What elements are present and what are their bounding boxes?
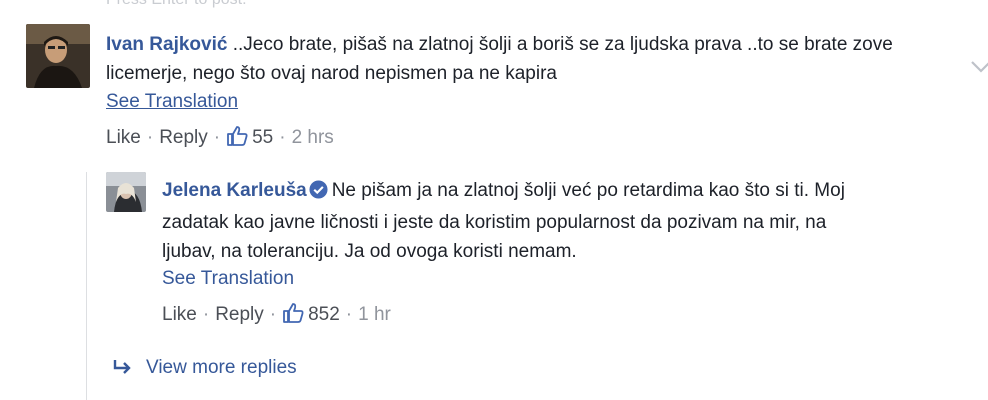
comment-text-block: Ivan Rajković ..Jeco brate, pišaš na zla… (106, 30, 896, 88)
like-button[interactable]: Like (162, 304, 197, 325)
comment-actions: Like · Reply · 55 · 2 hrs (106, 125, 896, 153)
chevron-down-icon[interactable] (970, 60, 988, 79)
comment-text-block: Jelena Karleuša Ne pišam ja na zlatnoj šo… (162, 176, 882, 266)
comment-author[interactable]: Ivan Rajković (106, 34, 227, 55)
thumbs-up-icon[interactable] (226, 125, 248, 153)
see-translation-link[interactable]: See Translation (162, 266, 294, 292)
like-button[interactable]: Like (106, 127, 141, 148)
reply-arrow-icon (112, 359, 132, 381)
press-enter-hint: Press Enter to post. (106, 0, 247, 9)
comment-actions: Like · Reply · 852 · 1 hr (162, 302, 882, 330)
see-translation-link[interactable]: See Translation (106, 89, 238, 115)
reply-button[interactable]: Reply (159, 127, 208, 148)
comment-time[interactable]: 2 hrs (292, 127, 334, 148)
reply-button[interactable]: Reply (215, 304, 264, 325)
view-more-replies[interactable]: View more replies (112, 357, 297, 381)
like-count[interactable]: 852 (308, 304, 340, 325)
comment-author[interactable]: Jelena Karleuša (162, 180, 307, 201)
thumbs-up-icon[interactable] (282, 302, 304, 330)
like-count[interactable]: 55 (252, 127, 273, 148)
avatar[interactable] (106, 172, 146, 212)
avatar[interactable] (26, 24, 90, 88)
view-more-replies-label: View more replies (146, 357, 297, 378)
comment-time[interactable]: 1 hr (358, 304, 391, 325)
verified-badge-icon (309, 179, 328, 208)
reply-thread-divider (86, 172, 87, 400)
